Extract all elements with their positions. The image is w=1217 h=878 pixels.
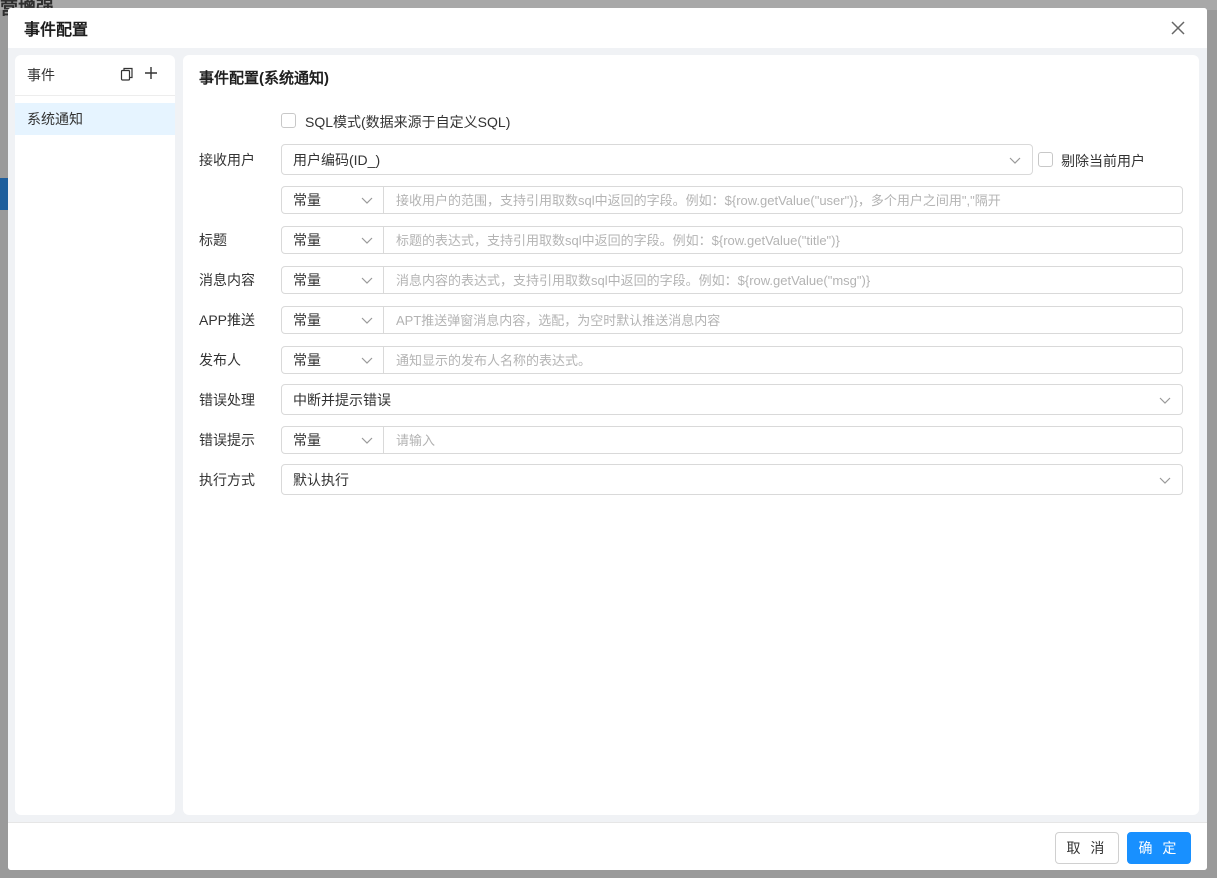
- app-push-row: APP推送 常量: [199, 306, 1183, 338]
- chevron-down-icon: [361, 197, 373, 204]
- execution-value: 默认执行: [293, 471, 349, 488]
- dialog-title: 事件配置: [24, 22, 89, 39]
- publisher-label: 发布人: [199, 352, 241, 368]
- content-type-value: 常量: [293, 272, 321, 288]
- dialog-footer: 取 消 确 定: [8, 822, 1207, 870]
- event-list-panel: 事件 系统通知: [15, 55, 175, 815]
- form-title: 事件配置(系统通知): [199, 70, 329, 87]
- chevron-down-icon: [361, 317, 373, 324]
- execution-label: 执行方式: [199, 472, 255, 488]
- chevron-down-icon: [361, 357, 373, 364]
- chevron-down-icon: [1009, 157, 1021, 164]
- error-handling-select[interactable]: 中断并提示错误: [281, 384, 1183, 415]
- title-expression-input[interactable]: [384, 227, 1182, 253]
- publisher-input[interactable]: [384, 347, 1182, 373]
- publisher-combo: 常量: [281, 346, 1183, 374]
- event-item-system-notification[interactable]: 系统通知: [15, 103, 175, 135]
- sql-mode-checkbox[interactable]: [281, 113, 296, 128]
- publisher-row: 发布人 常量: [199, 346, 1183, 378]
- sql-mode-row: SQL模式(数据来源于自定义SQL): [199, 105, 1183, 137]
- title-type-value: 常量: [293, 232, 321, 248]
- content-label: 消息内容: [199, 272, 255, 288]
- receiver-row: 接收用户 用户编码(ID_) 剔除当前用户: [199, 144, 1183, 176]
- content-type-select[interactable]: 常量: [282, 267, 384, 293]
- error-hint-type-select[interactable]: 常量: [282, 427, 384, 453]
- receiver-select[interactable]: 用户编码(ID_): [281, 144, 1033, 175]
- error-handling-row: 错误处理 中断并提示错误: [199, 384, 1183, 416]
- title-combo: 常量: [281, 226, 1183, 254]
- sql-mode-label: SQL模式(数据来源于自定义SQL): [305, 114, 511, 130]
- cancel-button[interactable]: 取 消: [1055, 832, 1119, 864]
- exclude-current-user-label: 剔除当前用户: [1061, 153, 1145, 169]
- close-icon[interactable]: [1169, 19, 1187, 37]
- error-hint-row: 错误提示 常量: [199, 426, 1183, 458]
- chevron-down-icon: [361, 277, 373, 284]
- error-hint-combo: 常量: [281, 426, 1183, 454]
- confirm-button[interactable]: 确 定: [1127, 832, 1191, 864]
- add-event-icon[interactable]: [144, 66, 158, 80]
- chevron-down-icon: [361, 437, 373, 444]
- app-push-type-select[interactable]: 常量: [282, 307, 384, 333]
- receiver-type-value: 常量: [293, 192, 321, 208]
- publisher-type-value: 常量: [293, 352, 321, 368]
- chevron-down-icon: [361, 237, 373, 244]
- content-row: 消息内容 常量: [199, 266, 1183, 298]
- copy-icon[interactable]: [120, 67, 134, 81]
- error-handling-value: 中断并提示错误: [293, 391, 391, 408]
- content-expression-input[interactable]: [384, 267, 1182, 293]
- app-push-input[interactable]: [384, 307, 1182, 333]
- execution-select[interactable]: 默认执行: [281, 464, 1183, 495]
- backdrop-active-nav: [0, 178, 8, 210]
- event-config-form: 事件配置(系统通知) SQL模式(数据来源于自定义SQL) 接收用户 用户编码(…: [183, 55, 1199, 815]
- app-push-label: APP推送: [199, 312, 256, 328]
- dialog-header: 事件配置: [8, 8, 1207, 48]
- error-hint-input[interactable]: [384, 427, 1182, 453]
- receiver-expression-input[interactable]: [384, 187, 1182, 213]
- receiver-expression-row: 常量: [199, 186, 1183, 218]
- receiver-value: 用户编码(ID_): [293, 151, 381, 168]
- receiver-expression-combo: 常量: [281, 186, 1183, 214]
- receiver-label: 接收用户: [199, 152, 255, 168]
- title-label: 标题: [199, 232, 227, 248]
- execution-row: 执行方式 默认执行: [199, 464, 1183, 496]
- content-combo: 常量: [281, 266, 1183, 294]
- error-hint-type-value: 常量: [293, 432, 321, 448]
- app-push-combo: 常量: [281, 306, 1183, 334]
- publisher-type-select[interactable]: 常量: [282, 347, 384, 373]
- event-list-title: 事件: [27, 67, 55, 83]
- receiver-type-select[interactable]: 常量: [282, 187, 384, 213]
- error-handling-label: 错误处理: [199, 392, 255, 408]
- title-type-select[interactable]: 常量: [282, 227, 384, 253]
- event-list-header: 事件: [15, 55, 175, 96]
- event-config-dialog: 事件配置 事件 系统通知 事件配置(系统通知) SQL模式(数据来源于自定义SQ…: [8, 8, 1207, 870]
- chevron-down-icon: [1159, 477, 1171, 484]
- exclude-current-user-checkbox[interactable]: [1038, 152, 1053, 167]
- title-row: 标题 常量: [199, 226, 1183, 258]
- event-item-label: 系统通知: [27, 111, 83, 127]
- error-hint-label: 错误提示: [199, 432, 255, 448]
- chevron-down-icon: [1159, 397, 1171, 404]
- app-push-type-value: 常量: [293, 312, 321, 328]
